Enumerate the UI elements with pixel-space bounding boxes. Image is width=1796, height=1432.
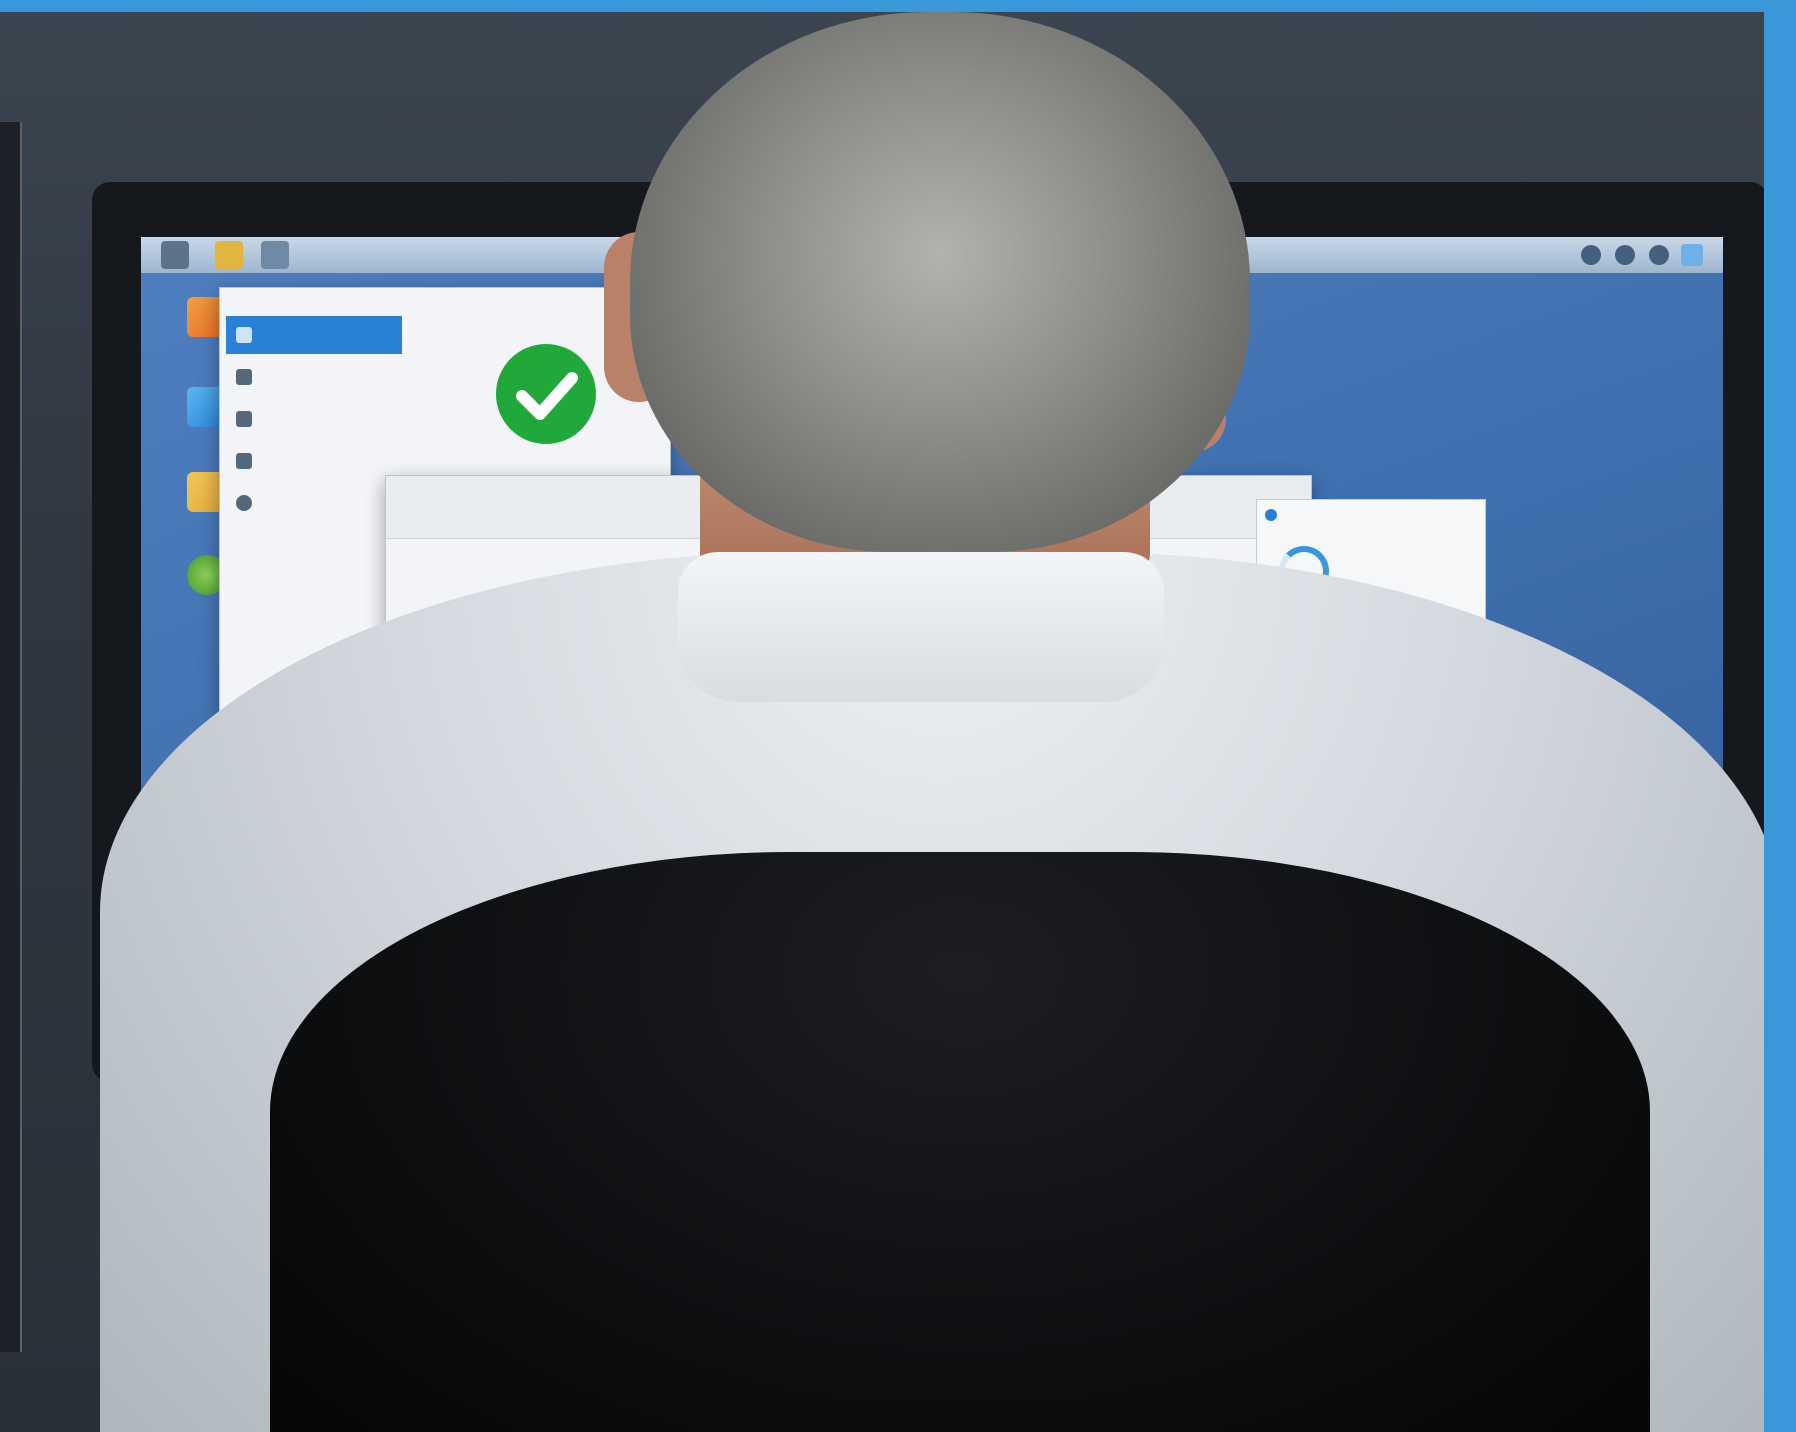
widgets-button[interactable] [1681,244,1703,266]
photo [0,12,1764,1432]
search-icon[interactable] [1649,245,1669,265]
calendar-icon [236,327,252,343]
shirt-collar [678,552,1164,702]
control-panel-item[interactable] [226,358,402,396]
control-panel-item[interactable] [226,442,402,480]
main-menu-button[interactable] [161,241,189,269]
clock-icon [236,495,252,511]
document-icon [236,411,252,427]
control-panel-taskbar-button[interactable] [261,241,289,269]
control-panel-item[interactable] [226,400,402,438]
file-station-taskbar-button[interactable] [215,241,243,269]
control-panel-item[interactable] [226,316,402,354]
left-monitor-edge [0,122,22,1352]
storage-icon [1265,509,1277,521]
person-head [630,12,1250,552]
office-chair-back [270,852,1650,1432]
success-check-icon [496,344,596,444]
notification-icon[interactable] [1581,245,1601,265]
control-panel-item[interactable] [226,484,402,522]
user-icon[interactable] [1615,245,1635,265]
edit-icon [236,369,252,385]
server-icon [236,453,252,469]
